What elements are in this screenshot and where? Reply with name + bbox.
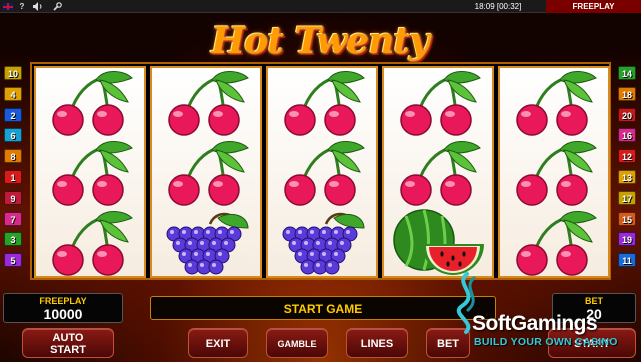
uk-flag-icon[interactable] bbox=[2, 0, 14, 13]
cherry-icon bbox=[152, 138, 260, 208]
lines-button[interactable]: LINES bbox=[346, 328, 408, 358]
message-bar: START GAME bbox=[150, 296, 496, 320]
reel-5 bbox=[498, 66, 610, 278]
clock-text: 18:09 [00:32] bbox=[474, 2, 522, 11]
credit-display: FREEPLAY 10000 bbox=[3, 293, 123, 323]
watermelon-icon bbox=[384, 208, 492, 276]
reel-3 bbox=[266, 66, 378, 278]
line-badge-19[interactable]: 19 bbox=[618, 232, 636, 247]
cherry-icon bbox=[500, 208, 608, 276]
brand-tagline: BUILD YOUR OWN CASINO bbox=[474, 336, 618, 348]
line-badge-12[interactable]: 12 bbox=[618, 149, 636, 164]
line-badge-20[interactable]: 20 bbox=[618, 107, 636, 122]
cherry-icon bbox=[36, 138, 144, 208]
message-text: START GAME bbox=[283, 302, 363, 316]
auto-start-label-2: START bbox=[50, 344, 86, 356]
cherry-icon bbox=[500, 138, 608, 208]
status-bar: ? 18:09 [00:32] FREEPLAY bbox=[0, 0, 641, 13]
grapes-icon bbox=[152, 208, 260, 276]
line-badge-2[interactable]: 2 bbox=[4, 107, 22, 122]
credit-label: FREEPLAY bbox=[39, 296, 87, 306]
cherry-icon bbox=[384, 68, 492, 138]
cherry-icon bbox=[36, 208, 144, 276]
line-badge-4[interactable]: 4 bbox=[4, 86, 22, 101]
line-badge-17[interactable]: 17 bbox=[618, 190, 636, 205]
cherry-icon bbox=[500, 68, 608, 138]
help-icon[interactable]: ? bbox=[16, 0, 28, 13]
cherry-icon bbox=[152, 68, 260, 138]
line-badge-7[interactable]: 7 bbox=[4, 211, 22, 226]
game-screen: ? 18:09 [00:32] FREEPLAY Hot Twenty 10 4 2… bbox=[0, 0, 641, 362]
line-badge-18[interactable]: 18 bbox=[618, 86, 636, 101]
cherry-icon bbox=[384, 138, 492, 208]
auto-start-label-1: AUTO bbox=[52, 332, 84, 344]
gamble-button[interactable]: GAMBLE bbox=[266, 328, 328, 358]
grapes-icon bbox=[268, 208, 376, 276]
game-logo: Hot Twenty bbox=[160, 14, 480, 68]
line-badge-8[interactable]: 8 bbox=[4, 149, 22, 164]
wrench-icon[interactable] bbox=[51, 0, 63, 13]
line-badge-6[interactable]: 6 bbox=[4, 128, 22, 143]
brand-watermark: SoftGamings BUILD YOUR OWN CASINO bbox=[452, 272, 638, 358]
mode-indicator: FREEPLAY bbox=[546, 0, 641, 13]
cherry-icon bbox=[268, 68, 376, 138]
line-badge-5[interactable]: 5 bbox=[4, 253, 22, 268]
credit-value: 10000 bbox=[43, 306, 83, 322]
reels-area bbox=[30, 62, 611, 280]
game-title: Hot Twenty bbox=[211, 20, 430, 62]
line-badge-9[interactable]: 9 bbox=[4, 190, 22, 205]
reel-2 bbox=[150, 66, 262, 278]
line-badge-13[interactable]: 13 bbox=[618, 170, 636, 184]
exit-button[interactable]: EXIT bbox=[188, 328, 248, 358]
line-badge-3[interactable]: 3 bbox=[4, 232, 22, 247]
line-badge-1[interactable]: 1 bbox=[4, 170, 22, 184]
reel-1 bbox=[34, 66, 146, 278]
brand-name: SoftGamings bbox=[472, 312, 598, 335]
line-badge-16[interactable]: 16 bbox=[618, 128, 636, 143]
line-badge-15[interactable]: 15 bbox=[618, 211, 636, 226]
cherry-icon bbox=[36, 68, 144, 138]
line-badge-11[interactable]: 11 bbox=[618, 253, 636, 268]
line-badge-10[interactable]: 10 bbox=[4, 66, 22, 80]
speaker-icon[interactable] bbox=[31, 0, 45, 13]
auto-start-button[interactable]: AUTO START bbox=[22, 328, 114, 358]
cherry-icon bbox=[268, 138, 376, 208]
line-badge-14[interactable]: 14 bbox=[618, 66, 636, 80]
reel-4 bbox=[382, 66, 494, 278]
